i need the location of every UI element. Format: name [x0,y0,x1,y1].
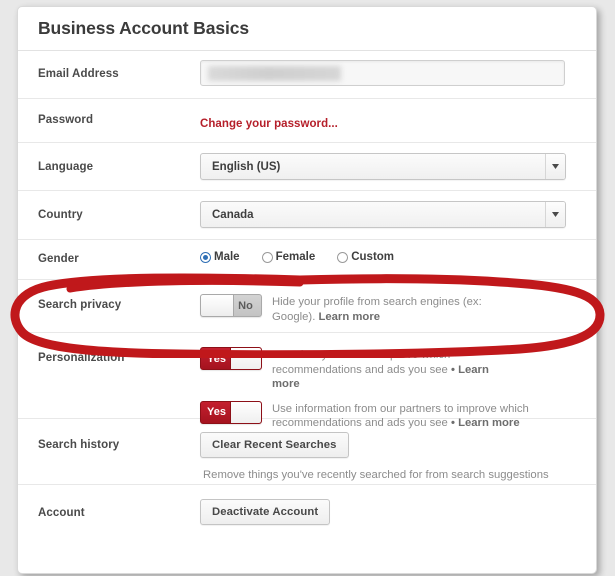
row-label-language: Language [38,161,94,173]
gender-option-female-label: Female [275,251,316,263]
row-field-password: Change your password... [200,99,596,132]
row-field-email-address [200,51,596,86]
row-personalization: Personalization Yes Use sites you visit … [18,333,596,429]
search-privacy-toggle-state: No [238,299,253,312]
radio-selected-icon [200,251,211,263]
redaction-overlay [208,66,341,81]
search-privacy-toggle[interactable]: No [200,294,262,317]
row-field-account: Deactivate Account [200,485,596,525]
personalization-toggle-sites[interactable]: Yes [200,347,262,370]
page-title: Business Account Basics [38,18,250,38]
row-gender: Gender Male Female Custom [18,240,596,280]
row-search-history: Search history Clear Recent Searches Rem… [18,419,596,485]
row-label-account: Account [38,507,85,519]
personalization-description-sites-text: Use sites you visit to improve which rec… [272,349,451,376]
card-header: Business Account Basics [18,7,596,51]
radio-unselected-icon [261,251,273,263]
personalization-toggle-partners-state: Yes [207,406,226,418]
search-privacy-description: Hide your profile from search engines (e… [272,294,512,324]
change-password-link[interactable]: Change your password... [200,118,338,130]
row-label-search-privacy: Search privacy [38,299,122,311]
toggle-knob [230,401,261,423]
gender-option-female[interactable]: Female [261,251,316,263]
gender-option-custom[interactable]: Custom [337,251,394,263]
row-search-privacy: Search privacy No Hide your profile from… [18,280,596,333]
row-label-country: Country [38,209,83,221]
row-label-search-history: Search history [38,439,120,451]
row-password: Password Change your password... [18,99,596,143]
row-country: Country Canada [18,191,596,240]
row-language: Language English (US) [18,143,596,191]
row-field-personalization: Yes Use sites you visit to improve which… [200,333,596,431]
email-field[interactable] [200,60,565,86]
radio-unselected-icon [337,251,349,263]
country-select[interactable]: Canada [200,201,566,228]
search-privacy-toggle-line: No Hide your profile from search engines… [200,294,584,324]
gender-option-male-label: Male [214,251,240,263]
row-field-gender: Male Female Custom [200,240,596,263]
search-privacy-learn-more-link[interactable]: Learn more [318,311,380,323]
settings-card: Business Account Basics Email Address Pa… [17,6,597,574]
row-label-email-address: Email Address [38,68,119,80]
row-label-gender: Gender [38,253,79,265]
row-account: Account Deactivate Account [18,485,596,541]
screenshot-stage: Business Account Basics Email Address Pa… [0,0,615,576]
gender-radio-group: Male Female Custom [200,251,584,263]
language-select[interactable]: English (US) [200,153,566,180]
personalization-description-sites: Use sites you visit to improve which rec… [272,347,512,392]
row-field-search-privacy: No Hide your profile from search engines… [200,280,596,324]
toggle-knob [230,348,261,369]
gender-option-custom-label: Custom [351,251,395,263]
personalization-toggle-sites-state: Yes [207,352,226,365]
row-label-personalization: Personalization [38,352,125,364]
row-field-country: Canada [200,191,596,228]
row-field-search-history: Clear Recent Searches Remove things you'… [200,419,596,481]
row-email-address: Email Address [18,51,596,99]
country-select-value: Canada [200,201,566,228]
clear-recent-searches-button[interactable]: Clear Recent Searches [200,432,349,458]
chevron-down-icon [545,202,565,227]
personalization-toggle-partners[interactable]: Yes [200,400,262,424]
gender-option-male[interactable]: Male [200,251,240,263]
deactivate-account-button[interactable]: Deactivate Account [200,499,331,525]
row-label-password: Password [38,114,94,126]
personalization-toggle-line-1: Yes Use sites you visit to improve which… [200,347,584,392]
search-history-note: Remove things you've recently searched f… [203,469,549,481]
language-select-value: English (US) [200,153,566,180]
chevron-down-icon [545,154,565,179]
row-field-language: English (US) [200,143,596,180]
